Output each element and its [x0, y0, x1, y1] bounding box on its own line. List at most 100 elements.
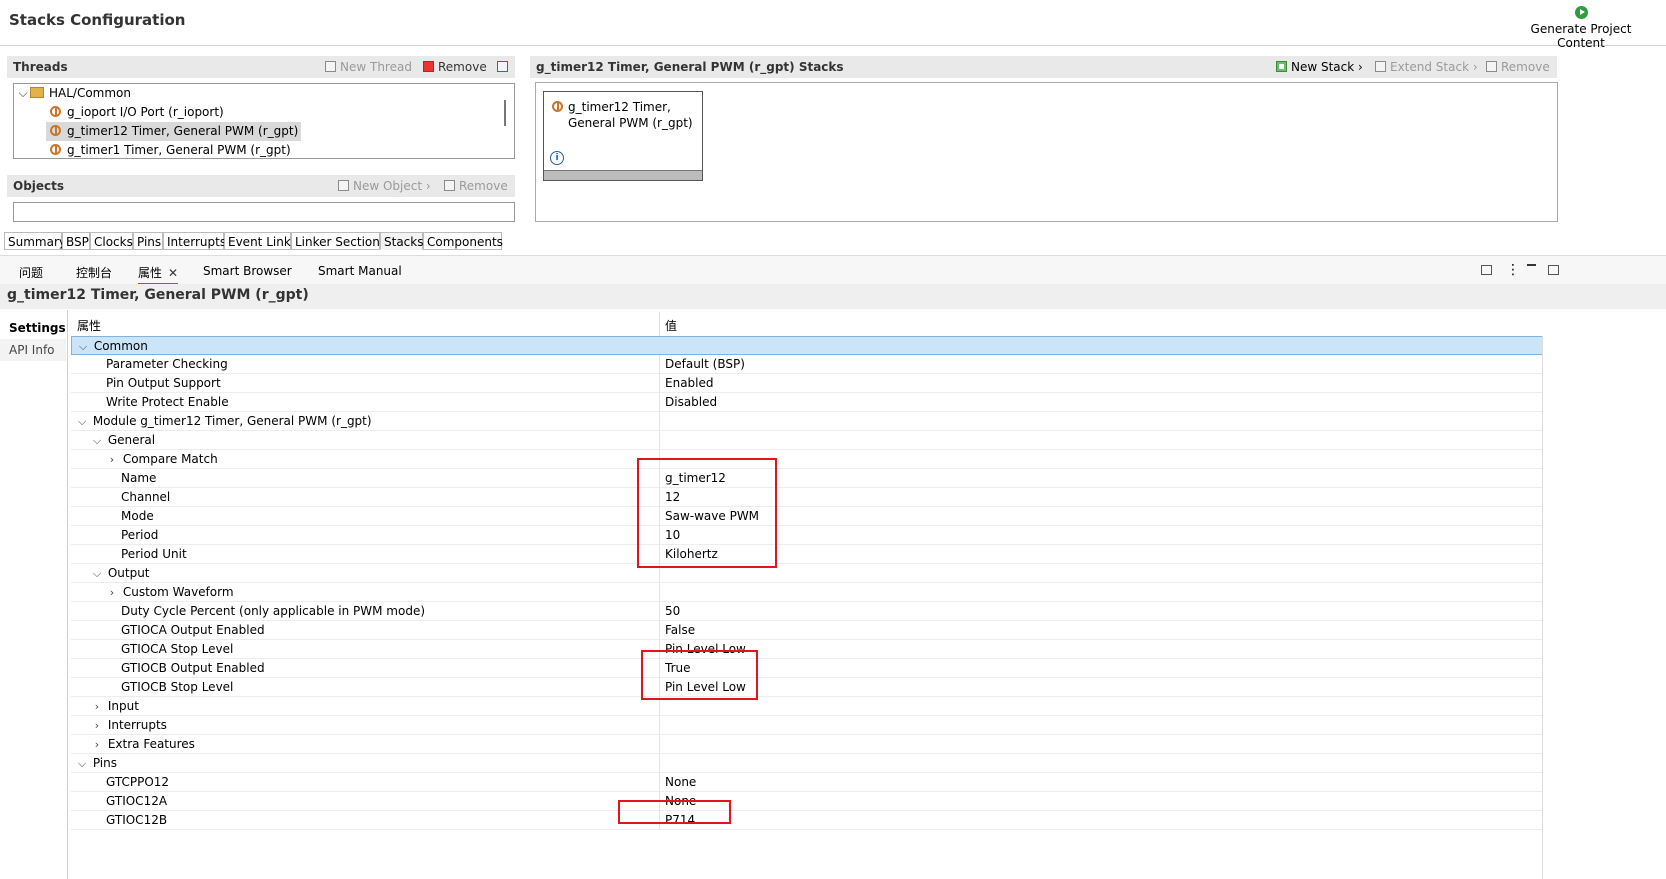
tab-summary[interactable]: Summary [4, 232, 66, 250]
cell-separator [659, 393, 660, 412]
tree-node-g-ioport[interactable]: g_ioport I/O Port (r_ioport) [50, 103, 224, 122]
table-row[interactable]: › Input [71, 697, 1562, 716]
cell-separator [659, 621, 660, 640]
remove-stack-button[interactable]: Remove [1486, 56, 1550, 78]
threads-title: Threads [13, 60, 68, 74]
maximize-icon[interactable] [1548, 265, 1559, 275]
tab-problems[interactable]: 问题 [19, 264, 43, 281]
collapse-all-button[interactable] [497, 56, 512, 78]
module-icon [50, 106, 61, 117]
tree-node-g-timer1[interactable]: g_timer1 Timer, General PWM (r_gpt) [50, 141, 291, 158]
table-row[interactable]: › Extra Features [71, 735, 1562, 754]
table-row[interactable]: GTCPPO12 None [71, 773, 1562, 792]
table-row[interactable]: › Interrupts [71, 716, 1562, 735]
chevron-down-icon: ⌵ [92, 434, 102, 447]
table-row[interactable]: GTIOCA Stop Level Pin Level Low [71, 640, 1562, 659]
page-title: Stacks Configuration [9, 11, 186, 29]
table-row[interactable]: Write Protect Enable Disabled [71, 393, 1562, 412]
tab-pins[interactable]: Pins [133, 232, 163, 250]
remove-object-button[interactable]: Remove [444, 175, 508, 197]
table-row[interactable]: Parameter Checking Default (BSP) [71, 355, 1562, 374]
tab-api-info[interactable]: API Info [0, 339, 66, 361]
table-row[interactable]: GTIOCA Output Enabled False [71, 621, 1562, 640]
table-row[interactable]: GTIOCB Stop Level Pin Level Low [71, 678, 1562, 697]
remove-icon [444, 180, 455, 191]
remove-icon [1486, 61, 1497, 72]
table-row[interactable]: GTIOC12B P714 [71, 811, 1562, 830]
chevron-right-icon: › [94, 719, 100, 732]
tab-smart-browser[interactable]: Smart Browser [203, 264, 292, 278]
module-icon [50, 125, 61, 136]
stack-card-footer [544, 170, 702, 180]
new-stack-button[interactable]: New Stack › [1276, 56, 1363, 78]
table-row[interactable]: › Compare Match [71, 450, 1562, 469]
properties-table: 属性 值 ⌵ Common Parameter Checking Default … [71, 312, 1562, 879]
tab-properties[interactable]: 属性 ✕ [138, 264, 179, 285]
minimize-icon[interactable] [1527, 264, 1536, 266]
objects-list[interactable] [13, 202, 515, 222]
new-thread-icon [325, 61, 336, 72]
play-icon [1574, 6, 1588, 19]
new-stack-icon [1276, 61, 1287, 72]
table-row[interactable]: Name g_timer12 [71, 469, 1562, 488]
tab-linker-sections[interactable]: Linker Sections [291, 232, 386, 250]
highlight-gtiocb-settings [641, 650, 758, 700]
table-row[interactable]: GTIOC12A None [71, 792, 1562, 811]
info-icon[interactable]: i [550, 151, 564, 165]
table-row[interactable]: › Custom Waveform [71, 583, 1562, 602]
folder-icon [30, 87, 44, 98]
chevron-down-icon: ⌵ [92, 567, 102, 580]
view-menu-icon[interactable]: ⋮ [1506, 262, 1520, 278]
table-row[interactable]: ⌵ Output [71, 564, 1562, 583]
table-row[interactable]: Duty Cycle Percent (only applicable in P… [71, 602, 1562, 621]
threads-scrollbar[interactable] [504, 100, 506, 126]
tab-console[interactable]: 控制台 [76, 264, 112, 281]
highlight-gtioc12b-pin [618, 800, 731, 824]
tab-interrupts[interactable]: Interrupts [163, 232, 226, 250]
objects-panel-header: Objects New Object › Remove [7, 175, 515, 197]
threads-tree[interactable]: ⌵ HAL/Common g_ioport I/O Port (r_ioport)… [13, 83, 515, 159]
cell-separator [659, 355, 660, 374]
column-header-value[interactable]: 值 [665, 317, 677, 334]
table-row[interactable]: ⌵ Module g_timer12 Timer, General PWM (r… [71, 412, 1562, 431]
pin-view-icon[interactable] [1481, 265, 1492, 275]
tab-clocks[interactable]: Clocks [90, 232, 133, 250]
tree-node-g-timer12[interactable]: g_timer12 Timer, General PWM (r_gpt) [46, 122, 302, 141]
remove-thread-button[interactable]: Remove [423, 56, 487, 78]
new-object-button[interactable]: New Object › [338, 175, 431, 197]
table-row[interactable]: Channel 12 [71, 488, 1562, 507]
threads-panel-header: Threads New Thread Remove [7, 56, 515, 78]
tab-settings[interactable]: Settings [0, 317, 66, 339]
table-row[interactable]: ⌵ General [71, 431, 1562, 450]
table-row[interactable]: Period 10 [71, 526, 1562, 545]
remove-icon [423, 61, 434, 72]
chevron-down-icon: ⌵ [77, 757, 87, 770]
extend-stack-icon [1375, 61, 1386, 72]
tab-stacks[interactable]: Stacks [380, 232, 423, 250]
cell-separator [659, 412, 660, 431]
new-thread-button[interactable]: New Thread [325, 56, 412, 78]
chevron-down-icon: ⌵ [18, 86, 28, 100]
table-row[interactable]: ⌵ Pins [71, 754, 1562, 773]
table-row[interactable]: Mode Saw-wave PWM [71, 507, 1562, 526]
extend-stack-button[interactable]: Extend Stack › [1375, 56, 1478, 78]
properties-scrollbar[interactable] [1542, 336, 1563, 879]
close-icon[interactable]: ✕ [168, 266, 178, 280]
properties-side-tabs: Settings API Info [0, 310, 68, 879]
column-header-property[interactable]: 属性 [77, 317, 101, 334]
tree-node-hal-common[interactable]: ⌵ HAL/Common [16, 84, 131, 103]
stacks-title: g_timer12 Timer, General PWM (r_gpt) Sta… [536, 60, 844, 74]
tab-event-links[interactable]: Event Links [224, 232, 297, 250]
stack-module-card[interactable]: g_timer12 Timer, General PWM (r_gpt) i [543, 91, 703, 181]
tab-components[interactable]: Components [423, 232, 503, 250]
table-row[interactable]: ⌵ Common [71, 336, 1562, 355]
table-row[interactable]: Pin Output Support Enabled [71, 374, 1562, 393]
cell-separator [659, 583, 660, 602]
table-row[interactable]: Period Unit Kilohertz [71, 545, 1562, 564]
tab-smart-manual[interactable]: Smart Manual [318, 264, 402, 278]
generate-label: Generate Project Content [1530, 22, 1632, 50]
cell-separator [659, 602, 660, 621]
generate-project-content-button[interactable]: Generate Project Content [1506, 6, 1656, 50]
table-row[interactable]: GTIOCB Output Enabled True [71, 659, 1562, 678]
tab-bsp[interactable]: BSP [62, 232, 90, 250]
